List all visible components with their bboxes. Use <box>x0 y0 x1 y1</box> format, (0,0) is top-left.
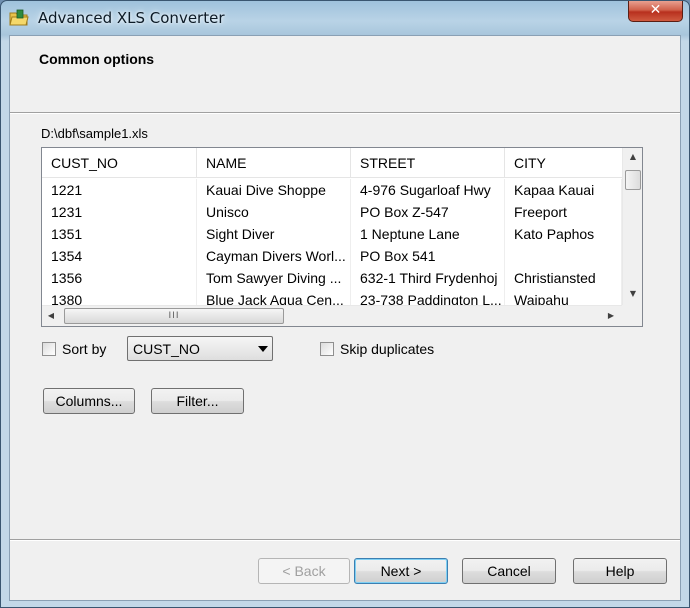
vertical-scrollbar[interactable]: ▲ ▼ <box>622 148 642 305</box>
folder-icon <box>9 9 29 26</box>
vertical-scroll-thumb[interactable] <box>625 170 641 190</box>
cell-cust-no: 1351 <box>42 223 197 245</box>
cell-city: Freeport <box>505 201 622 223</box>
scroll-left-icon[interactable]: ◀ <box>42 306 60 326</box>
horizontal-scroll-thumb[interactable]: III <box>64 308 284 324</box>
window-title: Advanced XLS Converter <box>38 9 225 27</box>
next-button[interactable]: Next > <box>354 558 448 584</box>
cell-name: Tom Sawyer Diving ... <box>197 267 351 289</box>
cell-name: Sight Diver <box>197 223 351 245</box>
table-row[interactable]: 1380 Blue Jack Aqua Cen... 23-738 Paddin… <box>42 289 622 305</box>
column-header-street[interactable]: STREET <box>351 148 505 178</box>
app-window: Advanced XLS Converter ✕ Common options … <box>0 0 690 608</box>
table-row[interactable]: 1356 Tom Sawyer Diving ... 632-1 Third F… <box>42 267 622 289</box>
cell-city: Kato Paphos <box>505 223 622 245</box>
sort-field-select[interactable]: CUST_NO <box>127 336 273 361</box>
scroll-down-icon[interactable]: ▼ <box>623 285 642 303</box>
sort-field-value: CUST_NO <box>133 341 200 357</box>
scroll-right-icon[interactable]: ▶ <box>602 306 620 326</box>
cell-name: Blue Jack Aqua Cen... <box>197 289 351 305</box>
grid-header: CUST_NO NAME STREET CITY <box>42 148 622 178</box>
horizontal-scrollbar[interactable]: ◀ III ▶ <box>42 305 622 326</box>
table-row[interactable]: 1354 Cayman Divers Worl... PO Box 541 <box>42 245 622 267</box>
filter-button[interactable]: Filter... <box>151 388 244 414</box>
columns-button[interactable]: Columns... <box>43 388 135 414</box>
file-path-label: D:\dbf\sample1.xls <box>41 126 148 141</box>
cell-name: Kauai Dive Shoppe <box>197 179 351 201</box>
table-row[interactable]: 1221 Kauai Dive Shoppe 4-976 Sugarloaf H… <box>42 179 622 201</box>
cell-cust-no: 1354 <box>42 245 197 267</box>
wizard-page: Common options D:\dbf\sample1.xls CUST_N… <box>9 35 681 601</box>
cell-street: 632-1 Third Frydenhoj <box>351 267 505 289</box>
page-title: Common options <box>39 51 155 67</box>
title-bar[interactable]: Advanced XLS Converter ✕ <box>1 1 689 35</box>
close-icon: ✕ <box>649 2 662 18</box>
cell-cust-no: 1221 <box>42 179 197 201</box>
back-button[interactable]: < Back <box>258 558 350 584</box>
cell-name: Cayman Divers Worl... <box>197 245 351 267</box>
cell-street: 1 Neptune Lane <box>351 223 505 245</box>
chevron-down-icon <box>258 346 268 352</box>
skip-duplicates-checkbox[interactable] <box>320 342 334 356</box>
cell-city: Waipahu <box>505 289 622 305</box>
data-grid[interactable]: CUST_NO NAME STREET CITY 1221 Kauai Dive… <box>41 147 643 327</box>
cell-city: Kapaa Kauai <box>505 179 622 201</box>
cell-name: Unisco <box>197 201 351 223</box>
header-divider <box>10 112 680 114</box>
cell-street: PO Box Z-547 <box>351 201 505 223</box>
page-header: Common options <box>10 36 680 112</box>
table-row[interactable]: 1231 Unisco PO Box Z-547 Freeport <box>42 201 622 223</box>
cell-cust-no: 1231 <box>42 201 197 223</box>
skip-duplicates-label[interactable]: Skip duplicates <box>340 341 434 357</box>
scroll-up-icon[interactable]: ▲ <box>623 148 642 166</box>
help-button[interactable]: Help <box>573 558 667 584</box>
footer-divider <box>10 539 680 541</box>
cell-street: PO Box 541 <box>351 245 505 267</box>
grid-body: 1221 Kauai Dive Shoppe 4-976 Sugarloaf H… <box>42 179 622 305</box>
column-header-city[interactable]: CITY <box>505 148 622 178</box>
close-button[interactable]: ✕ <box>628 1 683 22</box>
cell-city <box>505 245 622 267</box>
grip-icon: III <box>168 311 180 321</box>
cell-street: 23-738 Paddington L... <box>351 289 505 305</box>
cancel-button[interactable]: Cancel <box>462 558 556 584</box>
column-header-cust-no[interactable]: CUST_NO <box>42 148 197 178</box>
table-row[interactable]: 1351 Sight Diver 1 Neptune Lane Kato Pap… <box>42 223 622 245</box>
cell-street: 4-976 Sugarloaf Hwy <box>351 179 505 201</box>
sort-by-checkbox[interactable] <box>42 342 56 356</box>
cell-cust-no: 1380 <box>42 289 197 305</box>
scroll-corner <box>622 305 642 326</box>
column-header-name[interactable]: NAME <box>197 148 351 178</box>
cell-cust-no: 1356 <box>42 267 197 289</box>
cell-city: Christiansted <box>505 267 622 289</box>
sort-by-label[interactable]: Sort by <box>62 341 106 357</box>
